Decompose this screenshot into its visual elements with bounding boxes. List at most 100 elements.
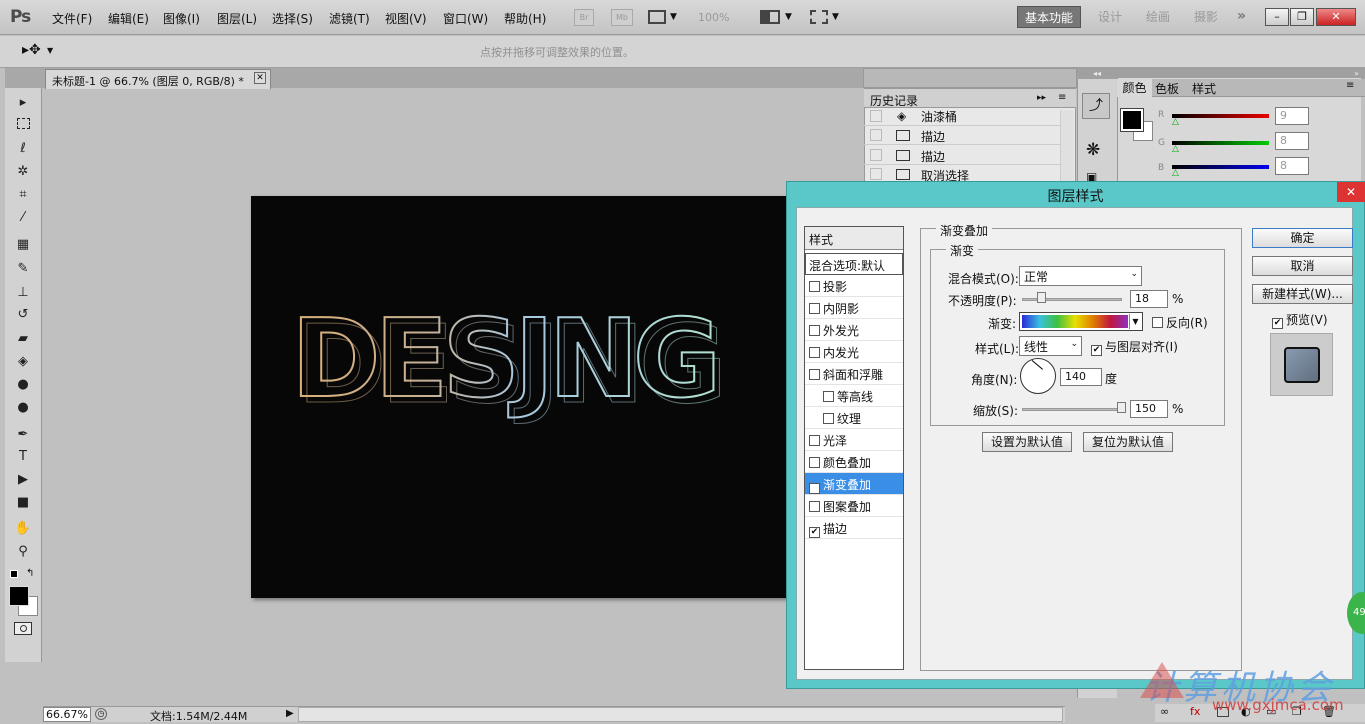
- collapse-icon[interactable]: ◂◂: [1077, 68, 1117, 79]
- history-row[interactable]: 描边: [864, 146, 1060, 165]
- menu-select[interactable]: 选择(S): [272, 10, 313, 27]
- document-canvas[interactable]: DESJNG DESJNG: [251, 196, 787, 598]
- tab-styles[interactable]: 样式: [1192, 80, 1216, 97]
- dialog-close-button[interactable]: ✕: [1337, 182, 1365, 202]
- reverse-checkbox[interactable]: 反向(R): [1152, 314, 1208, 331]
- opacity-input[interactable]: 18: [1130, 290, 1168, 308]
- marquee-tool-icon[interactable]: [13, 117, 33, 135]
- history-row[interactable]: ◈ 油漆桶: [864, 107, 1060, 126]
- view-extras-icon[interactable]: [648, 10, 666, 24]
- more-workspaces-icon[interactable]: »: [1237, 8, 1246, 24]
- brush-tool-icon[interactable]: ✎: [13, 260, 33, 278]
- blue-value-input[interactable]: 8: [1275, 157, 1309, 175]
- scale-input[interactable]: 150: [1130, 400, 1168, 418]
- checkbox-icon[interactable]: ✔: [809, 483, 820, 494]
- style-item[interactable]: ✔ 渐变叠加: [805, 473, 903, 495]
- style-item[interactable]: 等高线: [805, 385, 903, 407]
- path-select-tool-icon[interactable]: ▶: [13, 471, 33, 489]
- style-item[interactable]: 纹理: [805, 407, 903, 429]
- checkbox-icon[interactable]: [823, 391, 834, 402]
- styles-header[interactable]: 样式: [805, 227, 903, 250]
- status-info-icon[interactable]: ◷: [95, 708, 107, 720]
- style-select[interactable]: 线性 ⌄: [1019, 336, 1082, 356]
- style-item[interactable]: 内阴影: [805, 297, 903, 319]
- scale-slider-thumb[interactable]: [1117, 402, 1126, 413]
- menu-window[interactable]: 窗口(W): [443, 10, 488, 27]
- close-button[interactable]: ✕: [1316, 8, 1356, 26]
- menu-edit[interactable]: 编辑(E): [108, 10, 149, 27]
- workspace-photography[interactable]: 摄影: [1194, 8, 1218, 25]
- chevron-down-icon[interactable]: ▼: [785, 12, 792, 22]
- blending-options-item[interactable]: 混合选项:默认: [805, 253, 903, 275]
- shape-tool-icon[interactable]: ■: [13, 494, 33, 512]
- hand-tool-icon[interactable]: ✋: [13, 520, 33, 538]
- checkbox-icon[interactable]: [809, 435, 820, 446]
- type-tool-icon[interactable]: T: [13, 448, 33, 466]
- history-row[interactable]: 描边: [864, 126, 1060, 145]
- history-scrollbar[interactable]: [1060, 110, 1074, 182]
- style-item[interactable]: 内发光: [805, 341, 903, 363]
- checkbox-icon[interactable]: [809, 457, 820, 468]
- green-value-input[interactable]: 8: [1275, 132, 1309, 150]
- zoom-tool-icon[interactable]: ⚲: [13, 543, 33, 561]
- close-tab-icon[interactable]: ✕: [254, 72, 266, 84]
- blur-tool-icon[interactable]: ●: [13, 376, 33, 394]
- checkbox-icon[interactable]: [809, 325, 820, 336]
- document-tab[interactable]: 未标题-1 @ 66.7% (图层 0, RGB/8) *: [45, 69, 271, 89]
- checkbox-icon[interactable]: [823, 413, 834, 424]
- move-tool-icon[interactable]: ▸✥: [22, 42, 41, 58]
- blue-slider[interactable]: [1172, 165, 1269, 169]
- expand-panel-icon[interactable]: ▸▸: [1037, 93, 1046, 103]
- restore-button[interactable]: ❐: [1290, 8, 1314, 26]
- history-panel-icon[interactable]: ⤴: [1082, 93, 1110, 119]
- menu-help[interactable]: 帮助(H): [504, 10, 546, 27]
- preview-checkbox[interactable]: ✔ 预览(V): [1272, 311, 1328, 329]
- menu-filter[interactable]: 滤镜(T): [329, 10, 370, 27]
- angle-input[interactable]: 140: [1060, 368, 1102, 386]
- tab-color[interactable]: 颜色: [1117, 79, 1152, 97]
- style-item[interactable]: 颜色叠加: [805, 451, 903, 473]
- panel-menu-icon[interactable]: ≡: [1346, 80, 1354, 91]
- angle-dial[interactable]: [1020, 358, 1056, 394]
- slider-thumb-icon[interactable]: △: [1172, 168, 1179, 178]
- style-item[interactable]: 图案叠加: [805, 495, 903, 517]
- arrange-documents-icon[interactable]: [760, 10, 780, 24]
- workspace-design[interactable]: 设计: [1098, 8, 1122, 25]
- style-item[interactable]: 外发光: [805, 319, 903, 341]
- ok-button[interactable]: 确定: [1252, 228, 1353, 248]
- checkbox-icon[interactable]: ✔: [809, 527, 820, 538]
- style-item[interactable]: 斜面和浮雕: [805, 363, 903, 385]
- actions-panel-icon[interactable]: ❋: [1086, 140, 1100, 160]
- blend-mode-select[interactable]: 正常 ⌄: [1019, 266, 1142, 286]
- status-menu-arrow-icon[interactable]: ▶: [286, 708, 294, 719]
- new-style-button[interactable]: 新建样式(W)...: [1252, 284, 1353, 304]
- checkbox-icon[interactable]: [809, 501, 820, 512]
- slider-thumb-icon[interactable]: △: [1172, 117, 1179, 127]
- tab-swatches[interactable]: 色板: [1155, 80, 1179, 97]
- bridge-button[interactable]: Br: [574, 9, 594, 26]
- style-item[interactable]: 投影: [805, 275, 903, 297]
- style-item[interactable]: ✔ 描边: [805, 517, 903, 539]
- checkbox-icon[interactable]: [809, 303, 820, 314]
- slider-thumb-icon[interactable]: △: [1172, 144, 1179, 154]
- set-default-button[interactable]: 设置为默认值: [982, 432, 1072, 452]
- gradient-picker[interactable]: ▼: [1019, 312, 1143, 331]
- horizontal-scrollbar[interactable]: [298, 707, 1063, 722]
- foreground-color-swatch[interactable]: [9, 586, 29, 606]
- healing-brush-tool-icon[interactable]: ▦: [13, 236, 33, 254]
- dodge-tool-icon[interactable]: ●: [13, 399, 33, 417]
- cancel-button[interactable]: 取消: [1252, 256, 1353, 276]
- chevron-down-icon[interactable]: ▼: [670, 12, 677, 22]
- move-tool-icon[interactable]: ▸: [13, 94, 33, 112]
- history-brush-tool-icon[interactable]: ↺: [13, 306, 33, 324]
- opacity-slider-thumb[interactable]: [1037, 292, 1046, 303]
- red-slider[interactable]: [1172, 114, 1269, 118]
- lasso-tool-icon[interactable]: ℓ: [13, 140, 33, 158]
- panel-menu-icon[interactable]: ≡: [1058, 92, 1066, 103]
- chevron-down-icon[interactable]: ▼: [47, 46, 53, 55]
- menu-image[interactable]: 图像(I): [163, 10, 200, 27]
- swap-colors-icon[interactable]: ↰: [26, 568, 34, 579]
- scale-slider[interactable]: [1022, 408, 1122, 411]
- chevron-down-icon[interactable]: ▼: [1129, 314, 1141, 329]
- align-with-layer-checkbox[interactable]: ✔ 与图层对齐(I): [1091, 338, 1178, 356]
